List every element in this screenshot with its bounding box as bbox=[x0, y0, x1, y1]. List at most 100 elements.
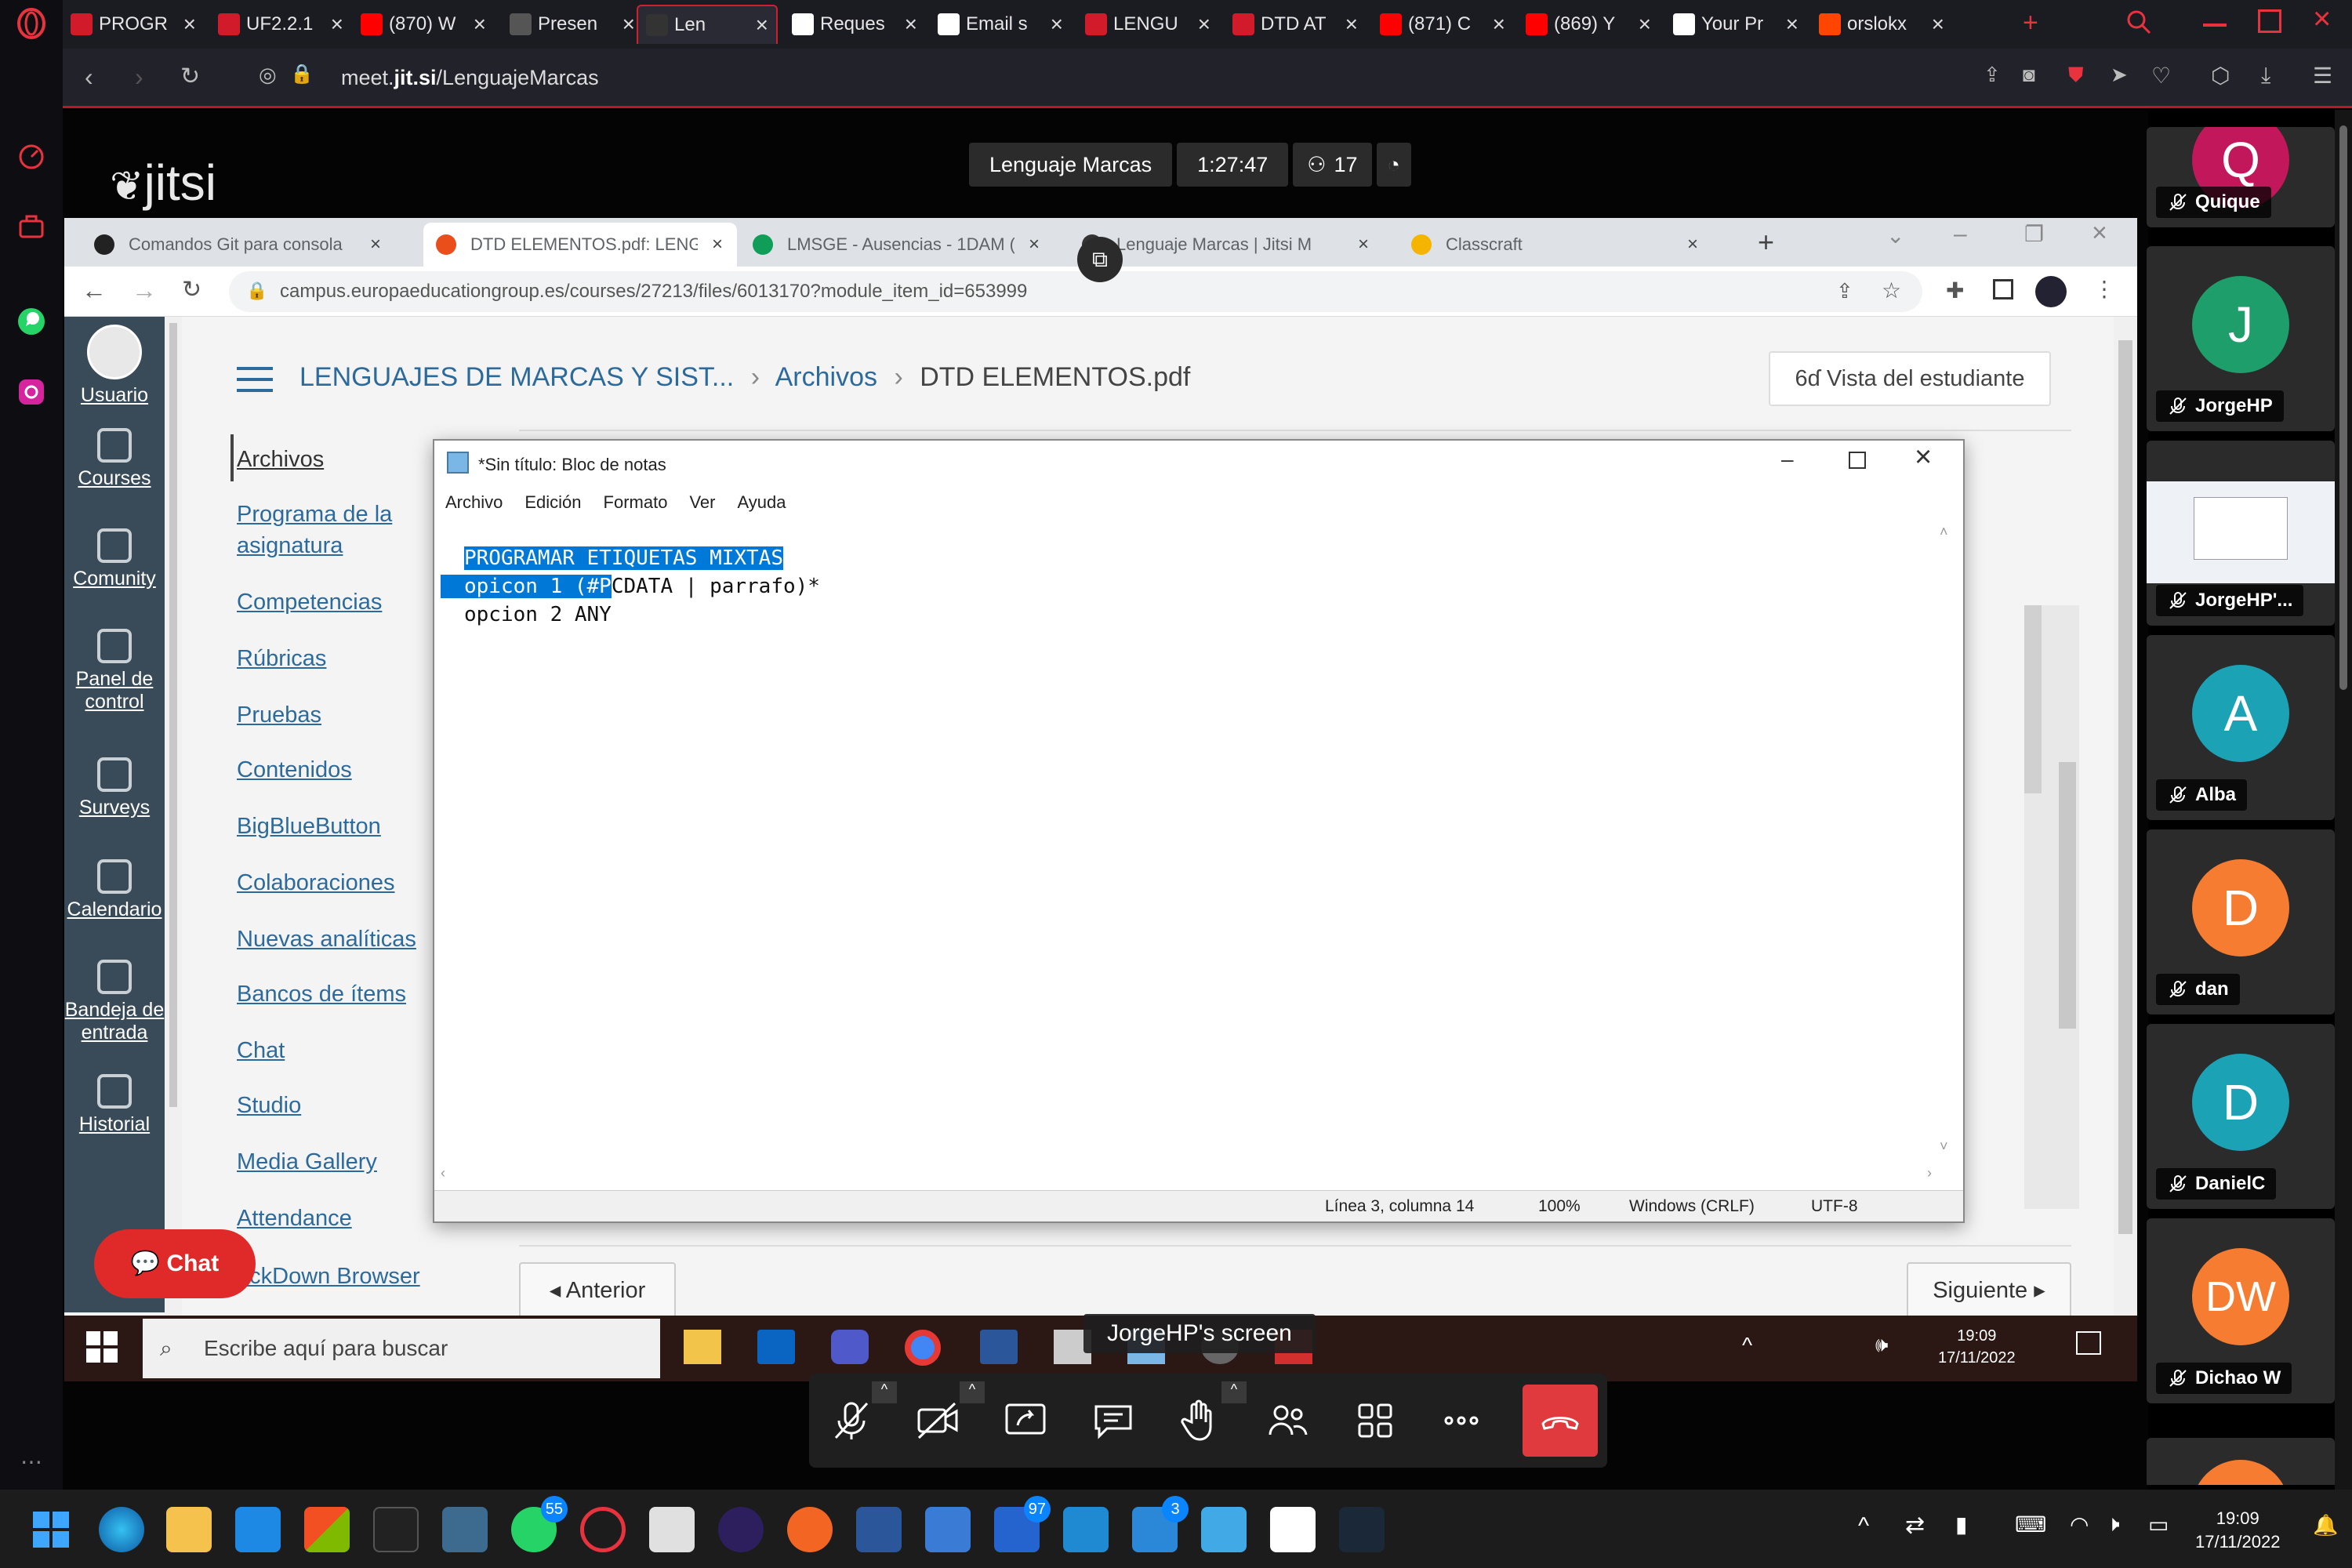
browser-tab[interactable]: Len × bbox=[637, 5, 778, 44]
browser-tab[interactable]: UF2.2.1 × bbox=[210, 5, 351, 44]
snapshot-icon[interactable]: ◙ bbox=[2023, 63, 2035, 87]
bars-icon[interactable]: ▮ bbox=[1955, 1512, 1967, 1537]
url-field[interactable]: meet.jit.si/LenguajeMarcas bbox=[341, 66, 599, 90]
close-tab-icon[interactable]: × bbox=[1198, 12, 1210, 37]
tray-up-icon[interactable]: ^ bbox=[1858, 1513, 1869, 1540]
terminal-icon[interactable] bbox=[373, 1507, 419, 1552]
canvas-nav-item[interactable]: Usuario bbox=[64, 325, 165, 407]
screen-share-icon[interactable] bbox=[1000, 1396, 1051, 1446]
chrome-tab[interactable]: Lenguaje Marcas | Jitsi M × bbox=[1082, 223, 1396, 267]
opera-task-icon[interactable] bbox=[580, 1507, 626, 1552]
raise-hand-icon[interactable] bbox=[1174, 1396, 1225, 1446]
tab-search-icon[interactable]: ⌄ bbox=[1886, 223, 1904, 249]
close-tab-icon[interactable]: × bbox=[905, 12, 917, 37]
vscode-task-icon[interactable]: 3 bbox=[1132, 1496, 1189, 1552]
pen-icon[interactable]: ⇄ bbox=[1905, 1512, 1925, 1539]
hamburger-icon[interactable] bbox=[237, 365, 273, 394]
participant-count[interactable]: ⚇ 17 bbox=[1293, 143, 1372, 187]
whatsapp-task-icon[interactable]: 55 bbox=[511, 1496, 568, 1552]
snip-task-icon[interactable] bbox=[925, 1507, 971, 1552]
browser-tab[interactable]: Your Pr × bbox=[1665, 5, 1806, 44]
participant-tile[interactable]: Ddan bbox=[2147, 829, 2335, 1014]
word-task-icon[interactable] bbox=[856, 1507, 902, 1552]
paint-icon[interactable] bbox=[1063, 1507, 1109, 1552]
participant-tile-partial[interactable] bbox=[2147, 1438, 2335, 1485]
chrome-restore-icon[interactable]: ❐ bbox=[2024, 221, 2044, 247]
chrome-icon[interactable] bbox=[905, 1330, 941, 1366]
cards-icon[interactable] bbox=[649, 1507, 695, 1552]
back-icon[interactable]: ‹ bbox=[85, 63, 93, 92]
forward-icon[interactable]: › bbox=[135, 63, 143, 92]
participant-tile[interactable]: A Alba bbox=[2147, 635, 2335, 820]
camera-off-icon[interactable] bbox=[913, 1396, 963, 1446]
canvas-nav-item[interactable]: Historial bbox=[64, 1074, 165, 1136]
vpn-icon[interactable]: ◎ bbox=[259, 63, 277, 87]
file-explorer-icon[interactable] bbox=[684, 1330, 721, 1364]
close-tab-icon[interactable]: × bbox=[622, 12, 635, 37]
chrome-close-tab-icon[interactable]: × bbox=[1687, 234, 1698, 256]
speed-dial-icon[interactable] bbox=[16, 141, 47, 172]
chrome-close-tab-icon[interactable]: × bbox=[712, 234, 723, 256]
restore-icon[interactable] bbox=[2258, 9, 2281, 33]
mic-muted-icon[interactable] bbox=[826, 1396, 877, 1446]
chrome-close-tab-icon[interactable]: × bbox=[1029, 234, 1040, 256]
bookmark-star-icon[interactable]: ☆ bbox=[1882, 278, 1901, 303]
chrome-minimize-icon[interactable]: – bbox=[1954, 221, 1967, 248]
notepad-hscrollbar[interactable]: ‹ › bbox=[434, 1162, 1966, 1190]
canvas-nav-item[interactable]: Comunity bbox=[64, 528, 165, 590]
close-tab-icon[interactable]: × bbox=[1345, 12, 1358, 37]
word-icon[interactable] bbox=[980, 1330, 1018, 1364]
course-menu-item[interactable]: Chat bbox=[237, 1035, 285, 1066]
menu-edicion[interactable]: Edición bbox=[524, 492, 581, 513]
participants-icon[interactable] bbox=[1262, 1396, 1312, 1446]
cube-icon[interactable]: ⬡ bbox=[2211, 63, 2230, 89]
canvas-nav-item[interactable]: Bandeja de entrada bbox=[64, 960, 165, 1044]
participant-tile[interactable]: J JorgeHP bbox=[2147, 246, 2335, 431]
connection-icon[interactable]: ◔ bbox=[1376, 143, 1411, 187]
chrome-reload-icon[interactable]: ↻ bbox=[182, 276, 201, 303]
windows-search-box[interactable]: ⌕ Escribe aquí para buscar bbox=[143, 1319, 660, 1378]
battery-icon[interactable]: ▭ bbox=[2148, 1512, 2169, 1537]
steam-icon[interactable] bbox=[1339, 1507, 1385, 1552]
course-menu-item[interactable]: ockDown Browser bbox=[237, 1261, 420, 1292]
course-menu-item[interactable]: Rúbricas bbox=[237, 643, 326, 674]
mic-options-chevron[interactable]: ^ bbox=[872, 1381, 897, 1403]
heart-icon[interactable]: ♡ bbox=[2151, 63, 2171, 89]
send-icon[interactable]: ➤ bbox=[2111, 63, 2128, 87]
breadcrumb-section[interactable]: Archivos bbox=[775, 362, 877, 392]
browser-tab[interactable]: LENGU × bbox=[1077, 5, 1218, 44]
course-menu-item[interactable]: Pruebas bbox=[237, 699, 321, 731]
close-window-icon[interactable]: × bbox=[2313, 2, 2331, 37]
store-icon[interactable] bbox=[304, 1507, 350, 1552]
canvas-nav-item[interactable]: Courses bbox=[64, 428, 165, 490]
todo-icon[interactable]: 97 bbox=[994, 1496, 1051, 1552]
chrome-close-tab-icon[interactable]: × bbox=[1358, 234, 1369, 256]
profile-avatar[interactable] bbox=[2035, 276, 2067, 307]
chrome-tab[interactable]: LMSGE - Ausencias - 1DAM (× bbox=[753, 223, 1066, 267]
opera-menu-icon[interactable] bbox=[16, 8, 47, 39]
search-tabs-icon[interactable] bbox=[2125, 8, 2153, 36]
mx-icon[interactable] bbox=[1270, 1507, 1316, 1552]
course-menu-item[interactable]: Programa de la asignatura bbox=[237, 499, 417, 561]
course-menu-item[interactable]: Bancos de ítems bbox=[237, 978, 406, 1010]
menu-ayuda[interactable]: Ayuda bbox=[737, 492, 786, 513]
student-view-button[interactable]: 6ɗ Vista del estudiante bbox=[1769, 351, 2051, 406]
reactions-chevron[interactable]: ^ bbox=[1221, 1381, 1247, 1403]
browser-tab[interactable]: orslokx × bbox=[1811, 5, 1952, 44]
close-tab-icon[interactable]: × bbox=[1639, 12, 1651, 37]
close-tab-icon[interactable]: × bbox=[1932, 12, 1944, 37]
mail-icon[interactable] bbox=[235, 1507, 281, 1552]
notepad-close-icon[interactable]: × bbox=[1915, 441, 1932, 474]
teams-icon[interactable] bbox=[831, 1330, 869, 1364]
notepad-minimize-icon[interactable]: – bbox=[1781, 447, 1794, 472]
photos-icon[interactable] bbox=[442, 1507, 488, 1552]
tray-chevron-icon[interactable]: ^ bbox=[1742, 1333, 1752, 1358]
breadcrumb-course[interactable]: LENGUAJES DE MARCAS Y SIST... bbox=[299, 362, 734, 392]
course-menu-item[interactable]: Contenidos bbox=[237, 754, 352, 786]
close-tab-icon[interactable]: × bbox=[756, 13, 768, 38]
close-tab-icon[interactable]: × bbox=[1786, 12, 1798, 37]
chrome-close-icon[interactable]: × bbox=[2092, 218, 2107, 249]
next-button[interactable]: Siguiente ▸ bbox=[1907, 1262, 2071, 1319]
canvas-nav-item[interactable]: Surveys bbox=[64, 757, 165, 819]
close-tab-icon[interactable]: × bbox=[1051, 12, 1063, 37]
